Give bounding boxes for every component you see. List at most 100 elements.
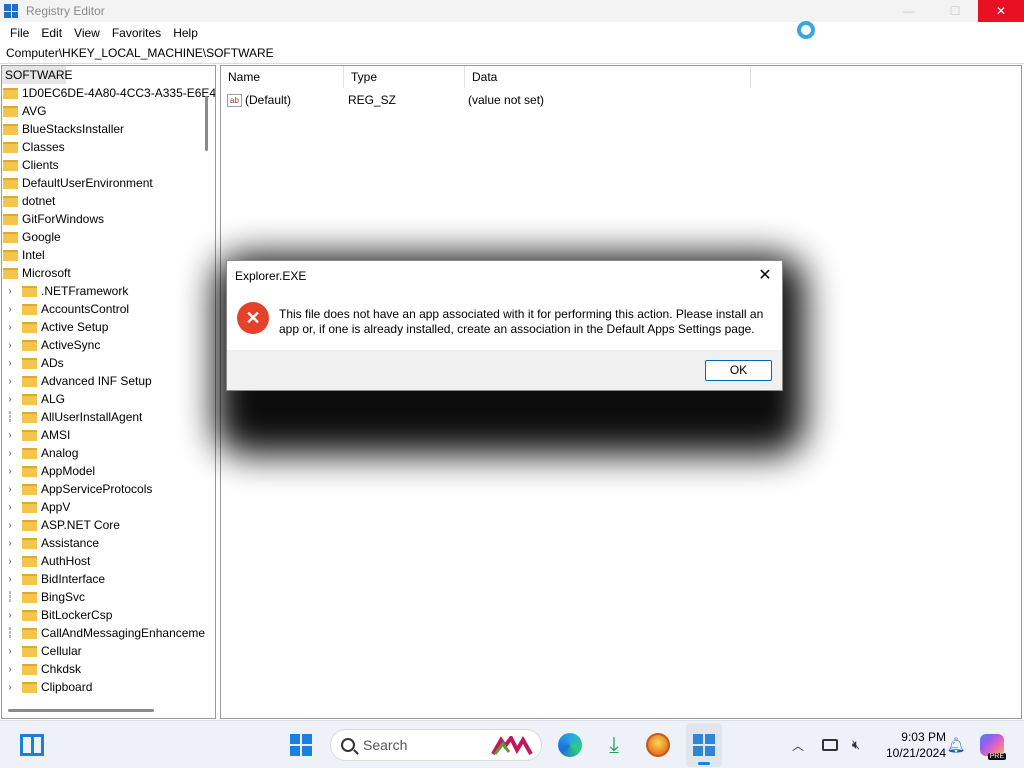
tree-item[interactable]: › AMSI [2, 426, 215, 444]
tree-item[interactable]: › .NETFramework [2, 282, 215, 300]
tree-item-label: AMSI [41, 428, 71, 442]
tree-item[interactable]: › Analog [2, 444, 215, 462]
tree-item[interactable]: ┆ BingSvc [2, 588, 215, 606]
maximize-button[interactable]: ☐ [932, 0, 978, 22]
menu-favorites[interactable]: Favorites [106, 26, 167, 40]
tree-item[interactable]: › Chkdsk [2, 660, 215, 678]
tree-item[interactable]: Microsoft [2, 264, 215, 282]
chevron-right-icon[interactable]: › [4, 394, 16, 405]
dialog-close-icon[interactable]: ✕ [754, 265, 776, 287]
tree-item[interactable]: Classes [2, 138, 215, 156]
chevron-right-icon[interactable]: › [4, 448, 16, 459]
tree-item[interactable]: dotnet [2, 192, 215, 210]
tree-item[interactable]: 1D0EC6DE-4A80-4CC3-A335-E6E4 [2, 84, 215, 102]
chevron-right-icon[interactable]: › [4, 520, 16, 531]
folder-icon [22, 501, 37, 513]
tree-item[interactable]: ┆ AllUserInstallAgent [2, 408, 215, 426]
tree-item[interactable]: › AppServiceProtocols [2, 480, 215, 498]
chevron-right-icon[interactable]: › [4, 502, 16, 513]
tree-item[interactable]: › AccountsControl [2, 300, 215, 318]
tree-vertical-scrollbar[interactable] [205, 96, 208, 151]
registry-editor-taskbar-icon[interactable] [686, 723, 722, 767]
widgets-icon[interactable] [18, 721, 46, 768]
tree-item[interactable]: › Clipboard [2, 678, 215, 696]
tree-item[interactable]: › Advanced INF Setup [2, 372, 215, 390]
close-button[interactable]: ✕ [978, 0, 1024, 22]
chevron-right-icon[interactable]: › [4, 322, 16, 333]
chevron-right-icon[interactable]: › [4, 340, 16, 351]
address-path[interactable]: Computer\HKEY_LOCAL_MACHINE\SOFTWARE [6, 46, 274, 60]
chevron-right-icon[interactable]: › [4, 682, 16, 693]
start-icon[interactable] [286, 721, 316, 768]
tree-item[interactable]: › ASP.NET Core [2, 516, 215, 534]
tree-item-label: BlueStacksInstaller [22, 122, 125, 136]
tree-item-label: AppServiceProtocols [41, 482, 153, 496]
chevron-right-icon[interactable]: › [4, 538, 16, 549]
chevron-right-icon[interactable]: › [4, 556, 16, 567]
display-icon[interactable] [820, 721, 840, 768]
sound-muted-icon[interactable]: 🔇︎ [846, 721, 866, 768]
tree-item-label: ActiveSync [41, 338, 101, 352]
minimize-button[interactable]: — [886, 0, 932, 22]
chevron-right-icon[interactable]: › [4, 664, 16, 675]
tree-item[interactable]: › BitLockerCsp [2, 606, 215, 624]
tree-item[interactable]: › Active Setup [2, 318, 215, 336]
tree-item[interactable]: › ActiveSync [2, 336, 215, 354]
folder-icon [3, 195, 18, 207]
value-row-name[interactable]: ab (Default) [227, 91, 291, 109]
tree-item[interactable]: ┆ CallAndMessagingEnhanceme [2, 624, 215, 642]
chevron-right-icon[interactable]: › [4, 466, 16, 477]
download-icon[interactable]: ⤓ [600, 721, 628, 768]
chevron-right-icon[interactable]: › [4, 358, 16, 369]
menu-file[interactable]: File [4, 26, 35, 40]
tree-item[interactable]: DefaultUserEnvironment [2, 174, 215, 192]
chevron-right-icon[interactable]: › [4, 484, 16, 495]
tree-item[interactable]: Google [2, 228, 215, 246]
dialog-title: Explorer.EXE [235, 269, 307, 283]
app-circle-icon[interactable] [643, 721, 673, 768]
folder-icon [22, 447, 37, 459]
tree-root-software[interactable]: SOFTWARE [2, 66, 73, 84]
tree-item[interactable]: › AppModel [2, 462, 215, 480]
tree-item[interactable]: › AuthHost [2, 552, 215, 570]
tree-item[interactable]: BlueStacksInstaller [2, 120, 215, 138]
tree-item[interactable]: GitForWindows [2, 210, 215, 228]
clock[interactable]: 9:03 PM 10/21/2024 [872, 721, 946, 768]
tree-item[interactable]: › BidInterface [2, 570, 215, 588]
tree-item[interactable]: › ADs [2, 354, 215, 372]
chevron-right-icon[interactable]: › [4, 286, 16, 297]
key-tree[interactable]: SOFTWARE 1D0EC6DE-4A80-4CC3-A335-E6E4 AVG… [1, 65, 216, 719]
chevron-right-icon[interactable]: › [4, 430, 16, 441]
column-header-data[interactable]: Data [465, 66, 751, 88]
tree-item[interactable]: › AppV [2, 498, 215, 516]
tree-list: 1D0EC6DE-4A80-4CC3-A335-E6E4 AVG BlueStack… [2, 84, 215, 696]
ok-button[interactable]: OK [705, 360, 772, 381]
folder-icon [3, 213, 18, 225]
tree-item[interactable]: › Assistance [2, 534, 215, 552]
chevron-right-icon[interactable]: › [4, 574, 16, 585]
taskbar-search[interactable]: Search [328, 721, 544, 768]
folder-icon [22, 555, 37, 567]
copilot-icon[interactable]: PRE [978, 721, 1006, 768]
chevron-right-icon[interactable]: › [4, 304, 16, 315]
menu-edit[interactable]: Edit [35, 26, 68, 40]
column-header-type[interactable]: Type [344, 66, 465, 88]
tree-item[interactable]: › ALG [2, 390, 215, 408]
tree-item[interactable]: AVG [2, 102, 215, 120]
notification-bell-icon[interactable]: 🔔︎ [946, 721, 966, 768]
tree-item[interactable]: Intel [2, 246, 215, 264]
tray-chevron-up-icon[interactable]: ︿ [790, 721, 806, 768]
edge-browser-icon[interactable] [555, 721, 585, 768]
tree-horizontal-scrollbar[interactable] [8, 709, 154, 712]
tree-item[interactable]: Clients [2, 156, 215, 174]
folder-icon [22, 285, 37, 297]
tree-item[interactable]: › Cellular [2, 642, 215, 660]
address-bar[interactable]: Computer\HKEY_LOCAL_MACHINE\SOFTWARE [0, 43, 1024, 64]
active-app-indicator [698, 762, 710, 765]
chevron-right-icon[interactable]: › [4, 376, 16, 387]
menu-view[interactable]: View [68, 26, 106, 40]
column-header-name[interactable]: Name [221, 66, 344, 88]
menu-help[interactable]: Help [167, 26, 204, 40]
chevron-right-icon[interactable]: › [4, 646, 16, 657]
chevron-right-icon[interactable]: › [4, 610, 16, 621]
